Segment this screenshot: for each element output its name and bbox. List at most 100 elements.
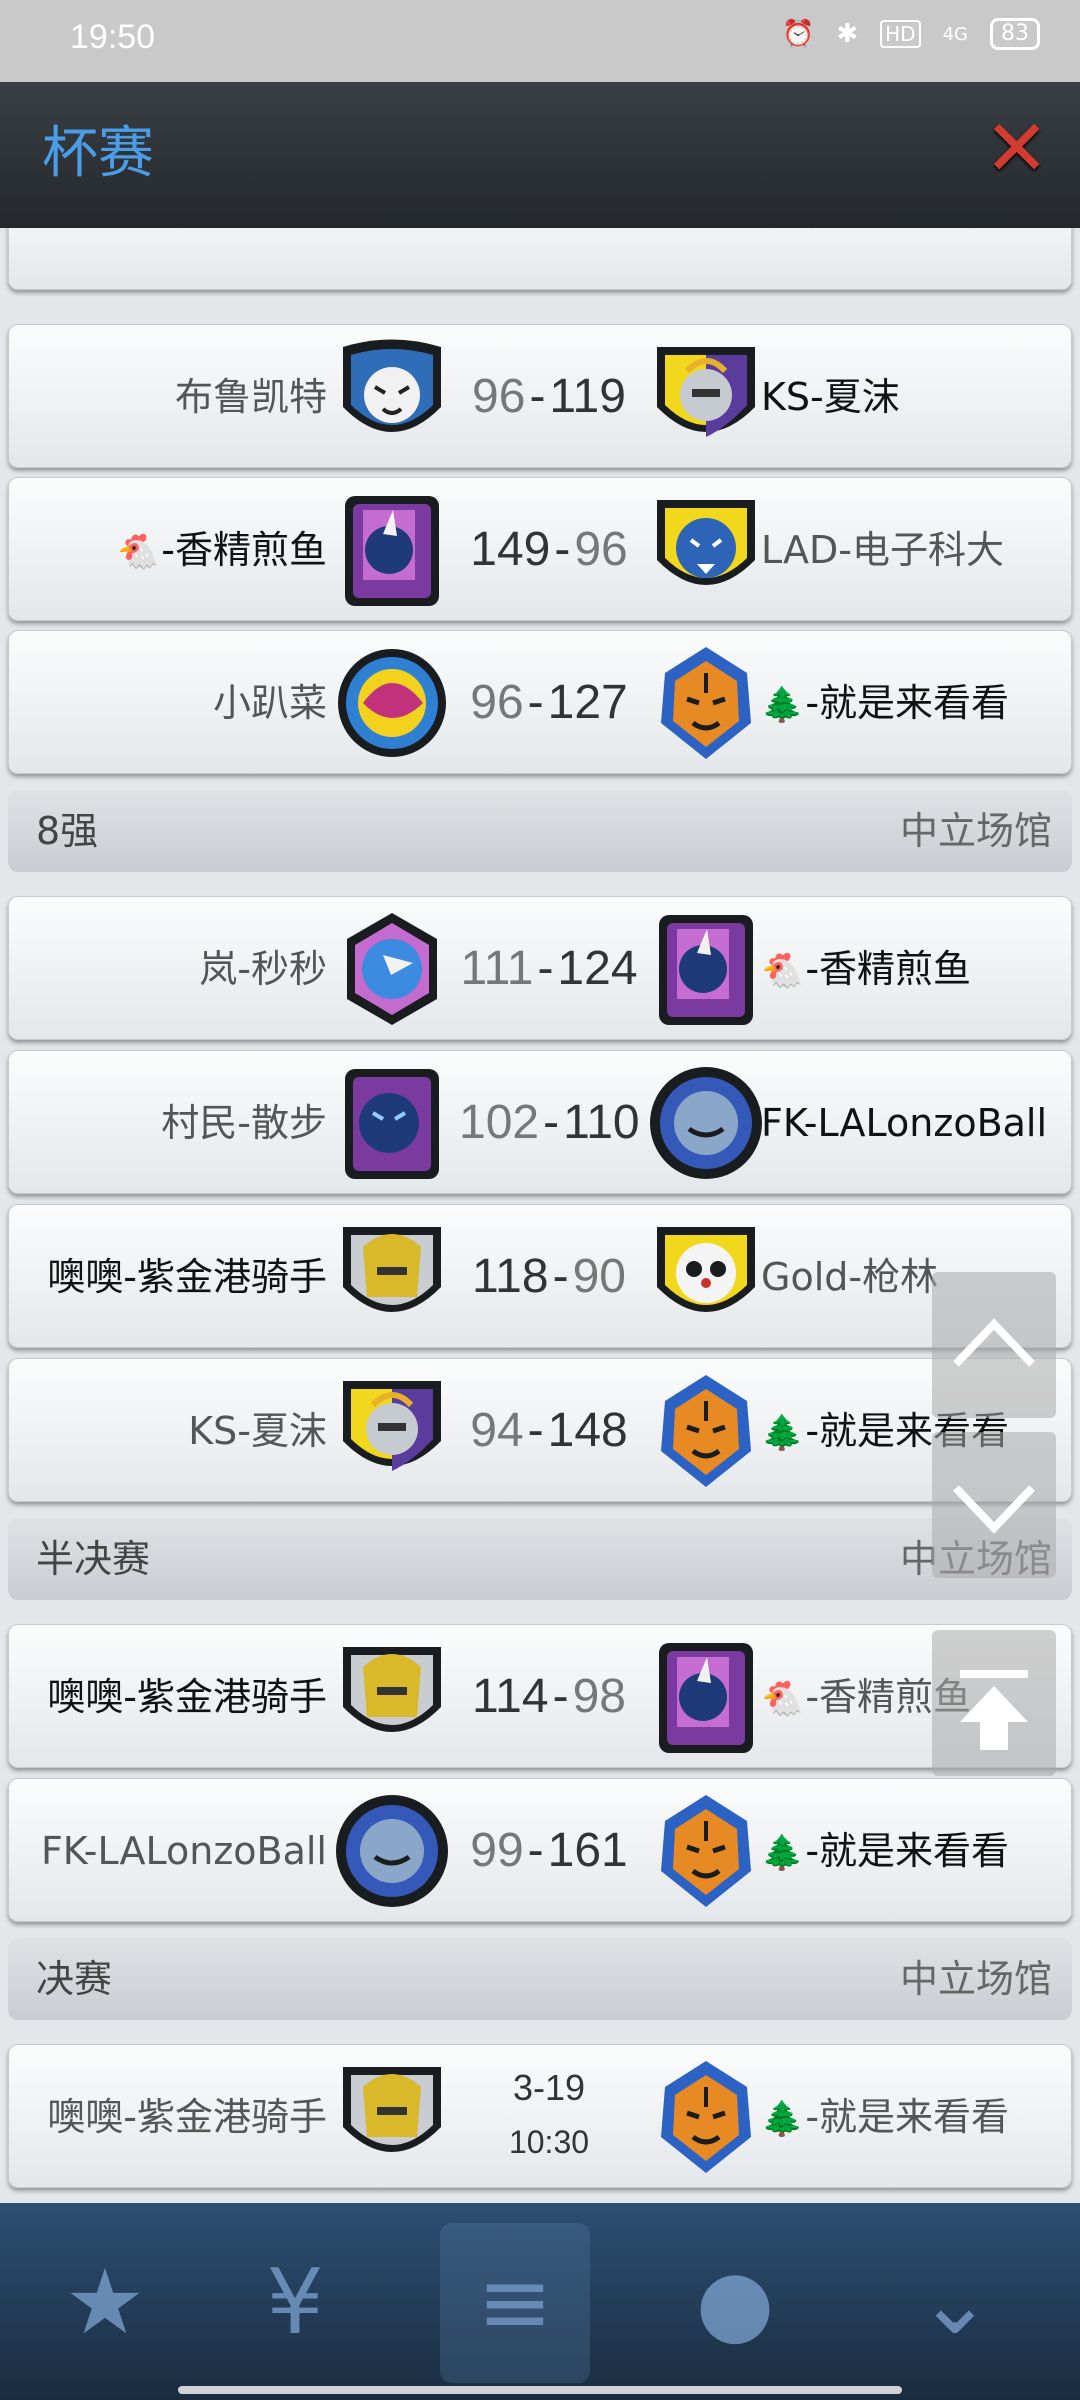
score: 102-110 (459, 1096, 640, 1149)
away-team: LAD-电子科大 (761, 528, 1005, 572)
title-bar: 杯赛 ✕ (0, 82, 1080, 228)
team-logo (345, 496, 439, 606)
star-icon[interactable]: ★ (30, 2223, 180, 2383)
team-logo (333, 1371, 451, 1491)
scroll-to-top-button[interactable] (932, 1630, 1056, 1776)
team-logo (343, 1227, 441, 1312)
home-team: 布鲁凯特 (174, 375, 327, 419)
away-score: 124 (557, 942, 638, 995)
match-row[interactable]: 噢噢-紫金港骑手 3-19 10:30 🌲-就是来看看 (8, 2044, 1072, 2188)
team-logo (647, 643, 765, 763)
chevron-up-icon (953, 1318, 1035, 1367)
match-row[interactable]: 🐔-香精煎鱼 149-96 LAD-电子科大 (8, 477, 1072, 621)
match-row[interactable]: KS-夏沫 94-148 🌲-就是来看看 (8, 1358, 1072, 1502)
home-score: 111 (460, 942, 534, 995)
score: 118-90 (472, 1250, 626, 1303)
match-row[interactable]: 疯狂500 101 - 110 噢噢-紫金港骑手 (8, 228, 1072, 290)
score: 111-124 (460, 942, 638, 995)
team-logo (343, 1067, 441, 1181)
home-score: 96 (472, 370, 526, 423)
match-list[interactable]: 疯狂500 101 - 110 噢噢-紫金港骑手 布鲁凯特 96-119 KS-… (0, 228, 1080, 2203)
tree-icon: 🌲 (761, 1413, 804, 1453)
match-row[interactable]: 村民-散步 102-110 FK-LALonzoBall (8, 1050, 1072, 1194)
section-title: 半决赛 (36, 1537, 151, 1581)
match-row[interactable]: 噢噢-紫金港骑手 114-98 🐔-香精煎鱼 (8, 1624, 1072, 1768)
match-row[interactable]: 噢噢-紫金港骑手 118-90 Gold-枪林 (8, 1204, 1072, 1348)
home-score: 118 (472, 1250, 549, 1303)
chicken-icon: 🐔 (116, 532, 160, 572)
scroll-down-button[interactable] (932, 1432, 1056, 1578)
chicken-icon: 🐔 (761, 951, 804, 991)
home-team: 村民-散步 (161, 1101, 327, 1145)
section-title: 决赛 (36, 1957, 113, 2001)
team-logo (655, 498, 757, 587)
status-time: 19:50 (70, 18, 156, 56)
page-title: 杯赛 (42, 121, 154, 186)
gesture-bar (178, 2386, 902, 2394)
team-logo (333, 1791, 451, 1911)
team-logo (659, 1643, 753, 1753)
home-score: 114 (472, 1670, 549, 1723)
team-logo (647, 1063, 765, 1183)
ball-icon[interactable]: ● (660, 2223, 810, 2383)
section-title: 8强 (36, 809, 99, 853)
away-team: 🐔-香精煎鱼 (761, 897, 971, 1041)
scroll-up-button[interactable] (932, 1272, 1056, 1418)
score: 96-119 (472, 370, 626, 423)
signal-icon: 4G (942, 23, 968, 45)
team-logo (659, 915, 753, 1025)
status-icons: ⏰ ✱ HD 4G 83 (782, 18, 1040, 50)
away-score: 161 (547, 1824, 628, 1877)
bars-icon[interactable]: ≡ (440, 2223, 590, 2383)
away-team: KS-夏沫 (761, 375, 900, 419)
status-bar: 19:50 ⏰ ✱ HD 4G 83 (0, 0, 1080, 82)
away-team: 🌲-就是来看看 (761, 1779, 1009, 1923)
double-chevron-down-icon[interactable]: ⌄ (880, 2223, 1030, 2383)
away-score: 148 (547, 1404, 628, 1457)
match-row[interactable]: 小趴菜 96-127 🌲-就是来看看 (8, 630, 1072, 774)
yen-icon[interactable]: ¥ (220, 2223, 370, 2383)
away-team: 🌲-就是来看看 (761, 631, 1009, 775)
tree-icon: 🌲 (761, 1833, 804, 1873)
team-logo (341, 337, 443, 434)
away-score: 96 (574, 523, 628, 576)
home-score: 96 (470, 676, 524, 729)
away-score: 98 (572, 1670, 626, 1723)
section-venue: 中立场馆 (899, 1957, 1052, 2001)
tree-icon: 🌲 (761, 685, 804, 725)
home-team: FK-LALonzoBall (40, 1829, 327, 1873)
away-score: 110 (582, 228, 659, 238)
home-team: 🐔-香精煎鱼 (117, 478, 327, 622)
alarm-icon: ⏰ (781, 19, 815, 49)
home-team: 小趴菜 (212, 681, 327, 725)
chicken-icon: 🐔 (761, 1679, 804, 1719)
match-schedule: 3-19 10:30 (459, 2059, 639, 2167)
close-button[interactable]: ✕ (984, 110, 1049, 188)
match-row[interactable]: FK-LALonzoBall 99-161 🌲-就是来看看 (8, 1778, 1072, 1922)
away-team-name: -就是来看看 (805, 1829, 1010, 1873)
away-team-name: -香精煎鱼 (805, 947, 972, 991)
home-team: 噢噢-紫金港骑手 (47, 2095, 327, 2139)
battery-icon: 83 (990, 18, 1040, 50)
bluetooth-icon: ✱ (836, 19, 859, 49)
team-logo (338, 649, 446, 757)
away-score: 110 (563, 1096, 640, 1149)
score: 149-96 (470, 523, 628, 576)
match-row[interactable]: 布鲁凯特 96-119 KS-夏沫 (8, 324, 1072, 468)
away-team: Gold-枪林 (761, 1255, 939, 1299)
match-row[interactable]: 岚-秒秒 111-124 🐔-香精煎鱼 (8, 896, 1072, 1040)
team-logo (343, 1647, 441, 1732)
away-team: 🌲-就是来看看 (761, 2045, 1009, 2189)
home-score: 94 (470, 1404, 524, 1457)
section-venue: 中立场馆 (899, 809, 1052, 853)
chevron-down-icon (953, 1485, 1035, 1534)
tree-icon: 🌲 (761, 2099, 804, 2139)
away-team: FK-LALonzoBall (761, 1101, 1048, 1145)
section-header-semi: 半决赛 中立场馆 (8, 1518, 1072, 1600)
team-logo (647, 337, 765, 457)
home-score: 101 (459, 228, 539, 238)
away-team-name: -就是来看看 (805, 2095, 1010, 2139)
home-score: 149 (470, 523, 551, 576)
score: 96-127 (470, 676, 628, 729)
score: 94-148 (470, 1404, 628, 1457)
